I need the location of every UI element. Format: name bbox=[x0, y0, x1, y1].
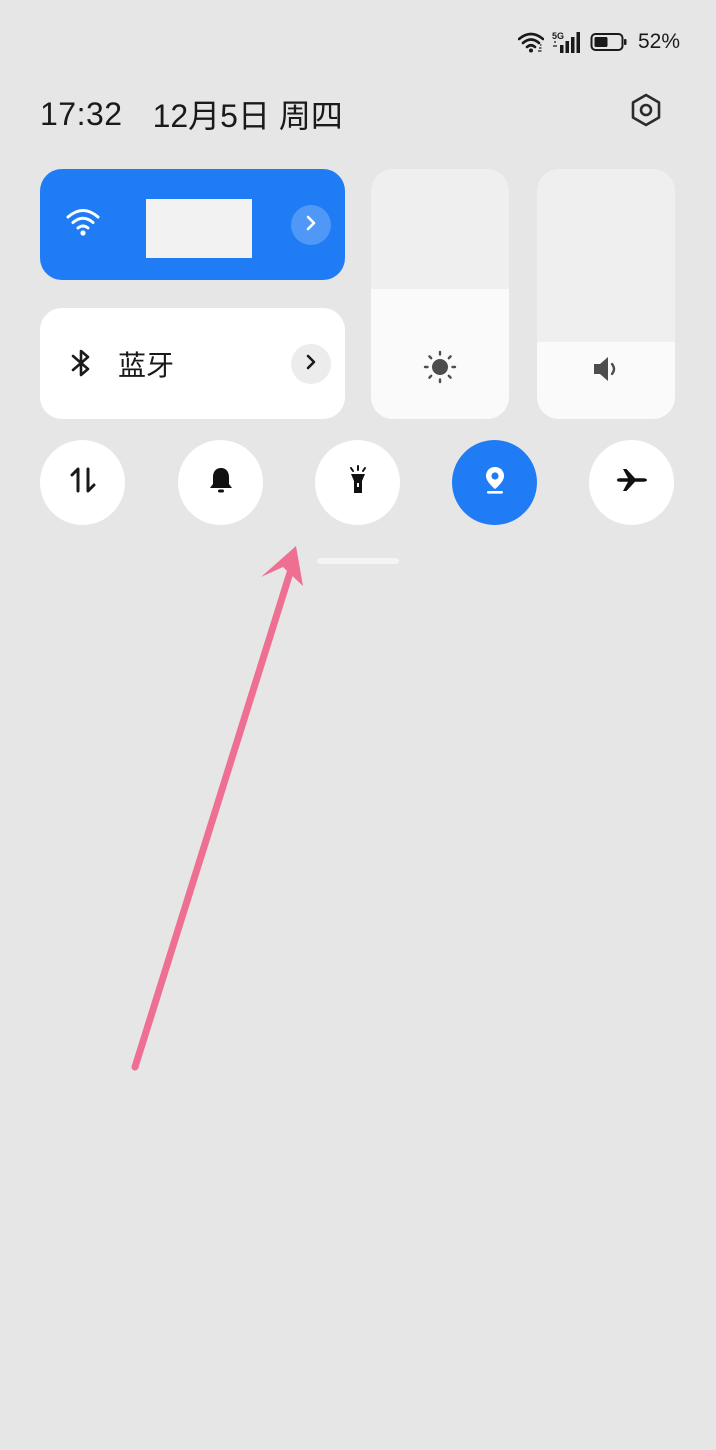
annotation-arrow bbox=[131, 546, 303, 1071]
